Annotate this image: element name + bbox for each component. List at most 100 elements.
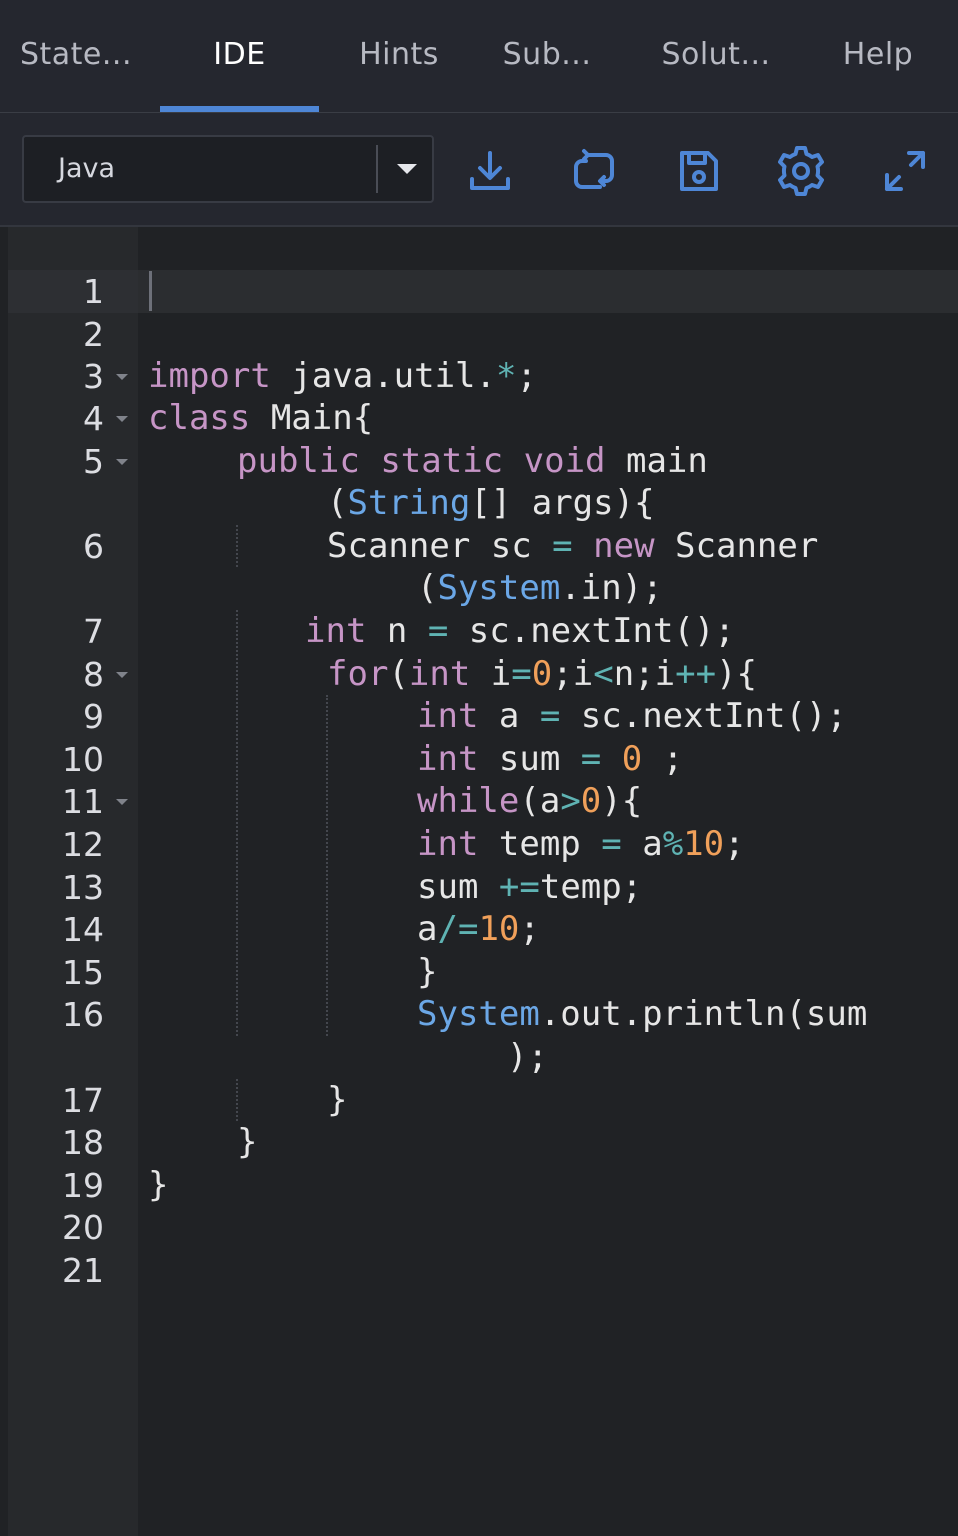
reset-icon[interactable] (564, 141, 624, 201)
fold-arrow-icon[interactable] (114, 780, 130, 823)
code-token: public (237, 441, 360, 481)
code-token: .in); (560, 568, 663, 608)
indent-guide (236, 525, 238, 567)
code-token: ; (724, 824, 745, 864)
code-line: (String[] args){ (327, 482, 655, 525)
line-number: 20 (62, 1208, 104, 1247)
code-token: a (417, 909, 438, 949)
code-token: = (601, 824, 622, 864)
code-token: % (662, 824, 684, 864)
code-token: * (496, 356, 517, 396)
fold-arrow-icon[interactable] (114, 355, 130, 398)
code-token: sum (417, 867, 499, 907)
code-token: /= (437, 909, 479, 949)
settings-icon[interactable] (771, 141, 831, 201)
caret-down-icon[interactable] (382, 137, 432, 201)
code-token: int (417, 739, 479, 779)
line-number: 9 (83, 697, 104, 736)
tab-submissions[interactable]: Sub... (478, 0, 616, 112)
tab-help[interactable]: Help (800, 0, 956, 112)
line-number: 21 (62, 1251, 104, 1290)
tab-ide[interactable]: IDE (160, 0, 319, 112)
fold-arrow-icon[interactable] (114, 440, 130, 483)
code-token: sum (478, 739, 581, 779)
code-token: n (366, 611, 428, 651)
line-number: 10 (62, 740, 104, 779)
code-token: 10 (478, 909, 520, 949)
code-token: ; (642, 739, 684, 779)
code-token: a (478, 696, 540, 736)
code-token: .out.println(sum (539, 994, 868, 1034)
download-icon[interactable] (460, 141, 520, 201)
language-select[interactable]: Java (22, 135, 434, 203)
code-token: i (470, 654, 512, 694)
code-token: System (437, 568, 561, 608)
code-token: (a (519, 781, 561, 821)
code-token: static (380, 441, 504, 481)
code-token: ); (507, 1037, 548, 1077)
line-number: 3 (83, 357, 104, 396)
code-token: ( (417, 568, 438, 608)
save-icon[interactable] (668, 141, 728, 201)
fullscreen-icon[interactable] (875, 141, 935, 201)
code-token: ; (519, 909, 540, 949)
line-number: 4 (83, 399, 104, 438)
code-line: int sum = 0 ; (417, 738, 683, 781)
code-token: ++ (675, 654, 717, 694)
code-line: (System.in); (417, 567, 663, 610)
code-editor[interactable]: 1 2 3 4 5 6 7 8 9 10 11 12 13 14 15 16 1… (0, 227, 958, 1536)
fold-arrow-icon[interactable] (114, 653, 130, 696)
code-token: = (427, 611, 449, 651)
code-line: class Main{ (148, 397, 373, 440)
code-token: new (593, 526, 655, 566)
code-token: 0 (580, 781, 602, 821)
line-number: 15 (62, 953, 104, 992)
line-number: 7 (83, 612, 104, 651)
code-token: } (148, 1165, 169, 1205)
code-token: += (498, 867, 540, 907)
line-number: 6 (83, 527, 104, 566)
line-number: 18 (62, 1123, 104, 1162)
code-token: < (593, 654, 614, 694)
code-token: while (417, 781, 520, 821)
line-number: 1 (83, 272, 104, 311)
code-token: } (327, 1080, 348, 1120)
indent-guide (326, 695, 328, 1036)
code-token: void (523, 441, 606, 481)
code-line: int temp = a%10; (417, 823, 745, 866)
editor-toolbar: Java (0, 113, 958, 227)
line-number: 13 (62, 868, 104, 907)
code-token: Main{ (250, 398, 374, 438)
line-number: 8 (83, 655, 104, 694)
code-token: int (417, 696, 479, 736)
code-token: 10 (683, 824, 725, 864)
code-token: ( (327, 483, 348, 523)
code-line: for(int i=0;i<n;i++){ (327, 653, 757, 696)
code-token: java.util. (270, 356, 496, 396)
code-line: sum +=temp; (417, 866, 642, 909)
code-token: > (560, 781, 581, 821)
code-token: [] args){ (470, 483, 655, 523)
line-number: 11 (62, 782, 104, 821)
tab-solution[interactable]: Solut... (640, 0, 792, 112)
code-line: ); (507, 1036, 548, 1079)
code-token: int (305, 611, 367, 651)
code-line: a/=10; (417, 908, 540, 951)
select-divider (376, 145, 378, 193)
code-token: ( (388, 654, 409, 694)
code-token: class (148, 398, 251, 438)
code-token: 0 (531, 654, 553, 694)
fold-arrow-icon[interactable] (114, 397, 130, 440)
code-token: import (148, 356, 271, 396)
code-token: a (621, 824, 663, 864)
tab-hints[interactable]: Hints (325, 0, 473, 112)
code-token: = (580, 739, 602, 779)
code-token: ){ (716, 654, 758, 694)
code-token: sc.nextInt(); (448, 611, 735, 651)
tab-statement[interactable]: State... (0, 0, 152, 112)
code-token: temp (478, 824, 602, 864)
code-line: } (148, 1164, 168, 1207)
